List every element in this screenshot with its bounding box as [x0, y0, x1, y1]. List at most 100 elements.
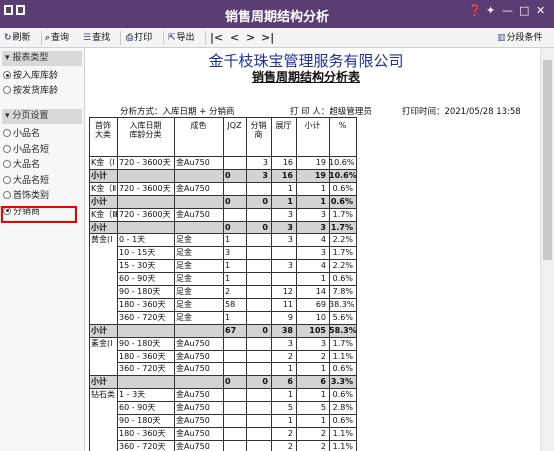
table-cell — [246, 389, 271, 400]
print-label: 打印 — [134, 33, 153, 43]
next-page-icon[interactable]: > — [246, 31, 255, 45]
table-cell: 2 — [320, 428, 326, 438]
radio-icon — [3, 86, 11, 94]
radio-icon — [3, 191, 11, 199]
query-label: 查询 — [51, 33, 70, 43]
table-cell: 58 — [225, 299, 236, 309]
pagination-button[interactable]: ▥分段条件 — [497, 31, 543, 45]
table-cell — [89, 247, 117, 258]
paging-group[interactable]: ▾ 分页设置 — [2, 109, 82, 124]
option-label: 按入库库龄 — [13, 71, 59, 81]
table-cell: 4 — [320, 261, 326, 271]
search-icon: ⌕ — [45, 33, 51, 43]
left-panel: ▾ 报表类型 ▾ 分页设置 按入库库龄按发货库龄小品名小品名短大品名大品名短首饰… — [0, 48, 85, 451]
table-cell: 7.8% — [332, 287, 353, 296]
table-cell: K金（Ⅲ — [91, 209, 117, 219]
table-cell: 5.6% — [332, 312, 353, 322]
subtotal-cell: 1.7% — [330, 222, 353, 232]
table-cell: 1 — [320, 274, 326, 284]
paging-option[interactable]: 大品名 — [3, 159, 81, 172]
report-type-group[interactable]: ▾ 报表类型 — [2, 51, 82, 66]
table-cell: 10 - 15天 — [119, 248, 156, 258]
table-cell: 10 — [315, 312, 326, 322]
subtotal-cell: 1 — [320, 196, 326, 206]
first-page-icon[interactable]: |< — [210, 31, 223, 45]
scrollbar-thumb[interactable] — [543, 60, 552, 260]
find-button[interactable]: ☰查找 — [83, 31, 110, 45]
subtotal-cell — [174, 222, 223, 233]
subtotal-cell: 小计 — [91, 170, 107, 180]
subtotal-cell: 1 — [287, 196, 293, 206]
report-type-option[interactable]: 按发货库龄 — [3, 85, 81, 98]
table-cell: 金Au750 — [176, 364, 210, 374]
table-cell — [246, 312, 271, 323]
table-cell: 4 — [320, 235, 326, 245]
prev-page-icon[interactable]: < — [230, 31, 239, 45]
table-cell: 1.1% — [332, 441, 353, 451]
table-cell — [223, 209, 246, 220]
export-button[interactable]: ⇱导出 — [168, 31, 195, 45]
table-cell: 金Au750 — [176, 338, 210, 348]
table-cell — [246, 247, 271, 258]
subtotal-cell: 小计 — [91, 377, 107, 387]
paging-option[interactable]: 首饰类别 — [3, 190, 81, 203]
table-cell: 16 — [282, 158, 293, 167]
last-page-icon[interactable]: >| — [261, 31, 274, 45]
table-cell — [223, 351, 246, 362]
table-cell — [246, 183, 271, 194]
subtotal-cell: 0.6% — [330, 196, 353, 206]
table-cell — [246, 260, 271, 271]
subtotal-cell: 16 — [281, 170, 293, 180]
table-cell: 1.1% — [332, 428, 353, 438]
table-cell: 720 - 3600天 — [119, 183, 171, 193]
subtotal-cell: 0 — [225, 222, 231, 232]
option-label: 小品名短 — [13, 144, 50, 155]
subtotal-cell: 3 — [262, 170, 268, 180]
table-cell: 1 — [320, 390, 326, 400]
subtotal-cell: 10.6% — [329, 170, 356, 180]
table-cell: 3 — [320, 248, 326, 258]
report-type-option[interactable]: 按入库库龄 — [3, 70, 81, 83]
minimize-icon[interactable]: — — [502, 4, 513, 17]
subtotal-cell: 3 — [320, 222, 326, 232]
paging-option[interactable]: 小品名短 — [3, 144, 81, 157]
table-cell: 1 — [320, 183, 326, 193]
query-button[interactable]: ⌕查询 — [45, 31, 69, 45]
help-icon[interactable]: ❓ — [468, 4, 482, 17]
option-label: 大品名短 — [13, 175, 50, 186]
table-cell: 1 — [225, 235, 231, 245]
subtotal-cell — [117, 376, 174, 387]
export-label: 导出 — [176, 33, 195, 43]
paging-option[interactable]: 大品名短 — [3, 175, 81, 188]
table-cell — [89, 286, 117, 297]
close-icon[interactable]: ✕ — [536, 4, 545, 17]
table-cell — [223, 441, 246, 451]
table-cell: 60 - 90天 — [119, 274, 156, 284]
table-cell: 1 - 3天 — [119, 390, 146, 400]
table-cell: 360 - 720天 — [119, 364, 166, 374]
table-cell: 15 - 30天 — [119, 261, 156, 271]
table-cell: 2.2% — [332, 261, 353, 271]
refresh-button[interactable]: ↻刷新 — [4, 31, 31, 45]
table-cell: 钻石类 — [91, 390, 115, 400]
table-cell — [246, 299, 271, 310]
table-cell: 5 — [287, 403, 293, 413]
find-icon: ☰ — [83, 33, 92, 43]
table-cell — [246, 234, 271, 245]
pin-icon[interactable]: ✦ — [486, 4, 495, 17]
table-cell — [223, 402, 246, 413]
table-cell — [223, 389, 246, 400]
table-cell — [246, 428, 271, 439]
table-cell — [89, 260, 117, 271]
table-cell: 金Au750 — [176, 351, 210, 361]
maximize-icon[interactable]: □ — [519, 4, 529, 17]
vertical-scrollbar[interactable] — [540, 48, 554, 451]
table-cell: 金Au750 — [176, 416, 210, 425]
table-cell: 720 - 3600天 — [119, 209, 171, 219]
print-button[interactable]: ⎙打印 — [126, 31, 152, 45]
table-cell: 2 — [287, 441, 293, 451]
table-cell: 3 — [262, 158, 268, 167]
paging-option[interactable]: 小品名 — [3, 128, 81, 141]
table-cell: 金Au750 — [176, 390, 210, 400]
table-cell — [89, 363, 117, 374]
